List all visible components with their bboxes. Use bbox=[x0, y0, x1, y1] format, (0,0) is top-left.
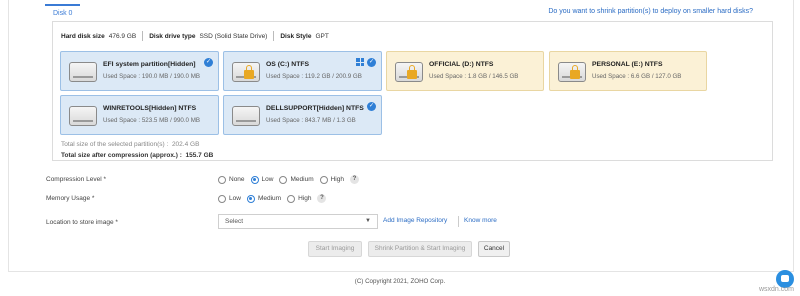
partition-used-space: Used Space : 6.6 GB / 127.0 GB bbox=[592, 73, 682, 80]
partition-used-space: Used Space : 843.7 MB / 1.3 GB bbox=[266, 117, 356, 124]
disk-info-bar: Hard disk size 476.9 GB Disk drive type … bbox=[61, 30, 329, 42]
know-more-link[interactable]: Know more bbox=[464, 217, 497, 224]
radio-icon[interactable] bbox=[246, 194, 255, 203]
drive-icon bbox=[232, 106, 260, 126]
chevron-down-icon: ▼ bbox=[365, 218, 371, 224]
copyright-footer: (C) Copyright 2021, ZOHO Corp. bbox=[354, 278, 446, 285]
radio-icon[interactable] bbox=[279, 175, 288, 184]
main-panel: Disk 0 Do you want to shrink partition(s… bbox=[8, 0, 794, 272]
radio-icon[interactable] bbox=[218, 194, 226, 203]
radio-icon[interactable] bbox=[250, 175, 259, 184]
partition-efi[interactable]: EFI system partition[Hidden] Used Space … bbox=[60, 51, 219, 91]
watermark: wsxdn.com bbox=[758, 286, 794, 293]
option-label: Medium bbox=[290, 176, 314, 183]
drive-icon bbox=[69, 62, 97, 82]
partition-name: PERSONAL (E:) NTFS bbox=[592, 61, 663, 68]
partition-name: EFI system partition[Hidden] bbox=[103, 61, 196, 68]
disk-type-value: SSD (Solid State Drive) bbox=[199, 32, 268, 40]
compression-high-option[interactable]: High bbox=[319, 175, 344, 184]
location-select-value: Select bbox=[225, 218, 244, 225]
disk-size-value: 476.9 GB bbox=[108, 32, 137, 40]
lock-icon bbox=[244, 65, 254, 79]
partition-used-space: Used Space : 1.8 GB / 146.5 GB bbox=[429, 73, 519, 80]
shrink-partitions-link[interactable]: Do you want to shrink partition(s) to de… bbox=[548, 8, 753, 15]
radio-icon[interactable] bbox=[218, 175, 226, 184]
total-selected-label: Total size of the selected partition(s) … bbox=[61, 141, 169, 148]
partition-official-d[interactable]: OFFICIAL (D:) NTFS Used Space : 1.8 GB /… bbox=[386, 51, 544, 91]
disk-type-label: Disk drive type bbox=[149, 32, 196, 40]
help-icon[interactable]: ? bbox=[349, 175, 359, 184]
total-selected-value: 202.4 GB bbox=[171, 141, 200, 148]
check-icon: ✓ bbox=[204, 58, 213, 67]
total-compressed-value: 155.7 GB bbox=[185, 152, 214, 159]
option-label: Low bbox=[261, 176, 274, 183]
partition-used-space: Used Space : 119.2 GB / 200.9 GB bbox=[266, 73, 362, 80]
lock-icon bbox=[570, 65, 580, 79]
compression-none-option[interactable]: None bbox=[218, 175, 245, 184]
check-icon: ✓ bbox=[367, 102, 376, 111]
help-icon[interactable]: ? bbox=[317, 194, 327, 203]
divider bbox=[142, 31, 144, 41]
divider bbox=[273, 31, 275, 41]
total-compressed-size: Total size after compression (approx.) :… bbox=[61, 152, 213, 159]
shrink-and-start-imaging-button[interactable]: Shrink Partition & Start Imaging bbox=[368, 241, 472, 257]
compression-level-options: None Low Medium High ? bbox=[218, 175, 359, 184]
partition-name: WINRETOOLS[Hidden] NTFS bbox=[103, 105, 197, 112]
total-compressed-label: Total size after compression (approx.) : bbox=[61, 152, 182, 159]
divider bbox=[458, 216, 459, 227]
memory-medium-option[interactable]: Medium bbox=[246, 194, 282, 203]
location-select[interactable]: Select ▼ bbox=[218, 214, 378, 229]
compression-medium-option[interactable]: Medium bbox=[279, 175, 314, 184]
option-label: High bbox=[298, 195, 312, 202]
disk-style-label: Disk Style bbox=[280, 32, 312, 40]
disk-style-value: GPT bbox=[315, 32, 329, 40]
option-label: None bbox=[229, 176, 245, 183]
add-image-repository-link[interactable]: Add Image Repository bbox=[383, 217, 447, 224]
partition-os-c[interactable]: OS (C:) NTFS Used Space : 119.2 GB / 200… bbox=[223, 51, 382, 91]
partition-name: DELLSUPPORT[Hidden] NTFS bbox=[266, 105, 364, 112]
total-selected-size: Total size of the selected partition(s) … bbox=[61, 141, 199, 148]
disk-panel: Hard disk size 476.9 GB Disk drive type … bbox=[52, 21, 773, 161]
lock-icon bbox=[407, 65, 417, 79]
compression-low-option[interactable]: Low bbox=[250, 175, 274, 184]
memory-usage-options: Low Medium High ? bbox=[218, 194, 327, 203]
drive-icon bbox=[69, 106, 97, 126]
cancel-button[interactable]: Cancel bbox=[478, 241, 510, 257]
partition-used-space: Used Space : 190.0 MB / 190.0 MB bbox=[103, 73, 200, 80]
memory-usage-label: Memory Usage * bbox=[46, 195, 95, 202]
option-label: Low bbox=[229, 195, 241, 202]
disk-size-label: Hard disk size bbox=[61, 32, 105, 40]
location-label: Location to store image * bbox=[46, 219, 118, 226]
partition-name: OFFICIAL (D:) NTFS bbox=[429, 61, 494, 68]
compression-level-label: Compression Level * bbox=[46, 176, 106, 183]
check-icon: ✓ bbox=[367, 58, 376, 67]
option-label: Medium bbox=[257, 195, 282, 202]
partition-personal-e[interactable]: PERSONAL (E:) NTFS Used Space : 6.6 GB /… bbox=[549, 51, 707, 91]
radio-icon[interactable] bbox=[287, 194, 296, 203]
memory-low-option[interactable]: Low bbox=[218, 194, 241, 203]
memory-high-option[interactable]: High bbox=[287, 194, 312, 203]
windows-icon bbox=[356, 58, 364, 66]
partition-name: OS (C:) NTFS bbox=[266, 61, 310, 68]
start-imaging-button[interactable]: Start Imaging bbox=[308, 241, 362, 257]
partition-dellsupport[interactable]: DELLSUPPORT[Hidden] NTFS Used Space : 84… bbox=[223, 95, 382, 135]
option-label: High bbox=[330, 176, 344, 183]
partition-used-space: Used Space : 523.5 MB / 990.0 MB bbox=[103, 117, 200, 124]
radio-icon[interactable] bbox=[319, 175, 328, 184]
tab-disk-0[interactable]: Disk 0 bbox=[45, 4, 81, 20]
partition-winretools[interactable]: WINRETOOLS[Hidden] NTFS Used Space : 523… bbox=[60, 95, 219, 135]
